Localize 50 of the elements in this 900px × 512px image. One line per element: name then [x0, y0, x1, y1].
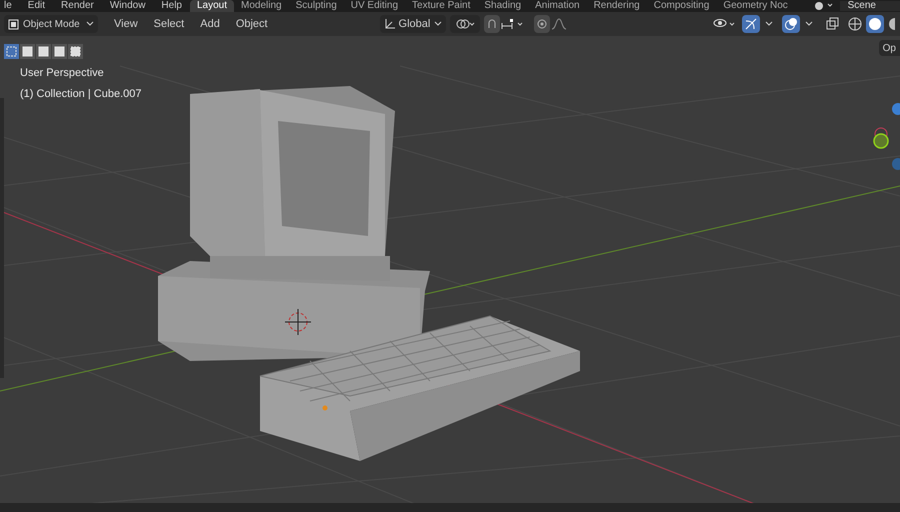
pivot-icon[interactable]	[450, 15, 480, 33]
solid-shading-icon	[868, 17, 882, 31]
proportional-editing-icon	[536, 18, 548, 30]
transform-orientation-icon	[384, 18, 395, 30]
workspace-tab[interactable]: Animation	[528, 0, 587, 12]
workspace-tab[interactable]: Layout	[190, 0, 234, 12]
wireframe-shading-icon[interactable]	[848, 17, 862, 31]
workspace-tab[interactable]: UV Editing	[344, 0, 406, 12]
workspace-tab[interactable]: Geometry Noc	[716, 0, 795, 12]
overlay-toggle[interactable]	[782, 15, 800, 33]
xray-icon[interactable]	[826, 17, 840, 31]
scene-field[interactable]: Scene	[840, 1, 900, 11]
orientation-dropdown[interactable]: Global	[380, 15, 446, 33]
workspace-tab[interactable]: Modeling	[234, 0, 289, 12]
header-menu[interactable]: Object	[236, 16, 268, 32]
menu-item[interactable]: Render	[61, 1, 94, 11]
solid-shading-toggle[interactable]	[866, 15, 884, 33]
object-mode-icon	[8, 18, 19, 30]
select-mode-button[interactable]	[20, 44, 35, 59]
header-menu[interactable]: View	[114, 16, 138, 32]
caret-icon[interactable]	[804, 20, 814, 28]
caret-icon	[434, 21, 442, 27]
select-mode-button[interactable]	[68, 44, 83, 59]
workspace-tab[interactable]: Texture Paint	[405, 0, 478, 12]
object-info: (1) Collection | Cube.007	[20, 86, 142, 102]
caret-icon[interactable]	[764, 20, 774, 28]
workspace-tab[interactable]: Sculpting	[288, 0, 344, 12]
workspace-tab[interactable]: Compositing	[646, 0, 716, 12]
snap-toggle[interactable]	[484, 15, 500, 33]
proportional-editing-toggle[interactable]	[534, 15, 550, 33]
gizmo-toggle[interactable]	[742, 15, 760, 33]
select-mode-button[interactable]	[4, 44, 19, 59]
workspace-tab[interactable]: Rendering	[586, 0, 647, 12]
header-menu[interactable]: Add	[200, 16, 220, 32]
material-shading-icon[interactable]	[888, 17, 896, 31]
gizmo-icon	[744, 17, 758, 31]
menu-item[interactable]: le	[4, 1, 12, 11]
options-button[interactable]: Op	[878, 40, 900, 56]
select-mode-button[interactable]	[36, 44, 51, 59]
caret-icon	[86, 21, 94, 27]
menu-item[interactable]: Window	[110, 1, 146, 11]
menu-item[interactable]: Edit	[28, 1, 46, 11]
magnet-icon	[486, 18, 498, 30]
select-mode-button[interactable]	[52, 44, 67, 59]
overlay-icon	[784, 17, 798, 31]
workspace-tab[interactable]: Shading	[477, 0, 528, 12]
view-name: User Perspective	[20, 66, 105, 81]
menu-item[interactable]: Help	[161, 1, 182, 11]
header-menu[interactable]: Select	[154, 16, 184, 32]
mode-dropdown[interactable]: Object Mode	[4, 15, 98, 33]
